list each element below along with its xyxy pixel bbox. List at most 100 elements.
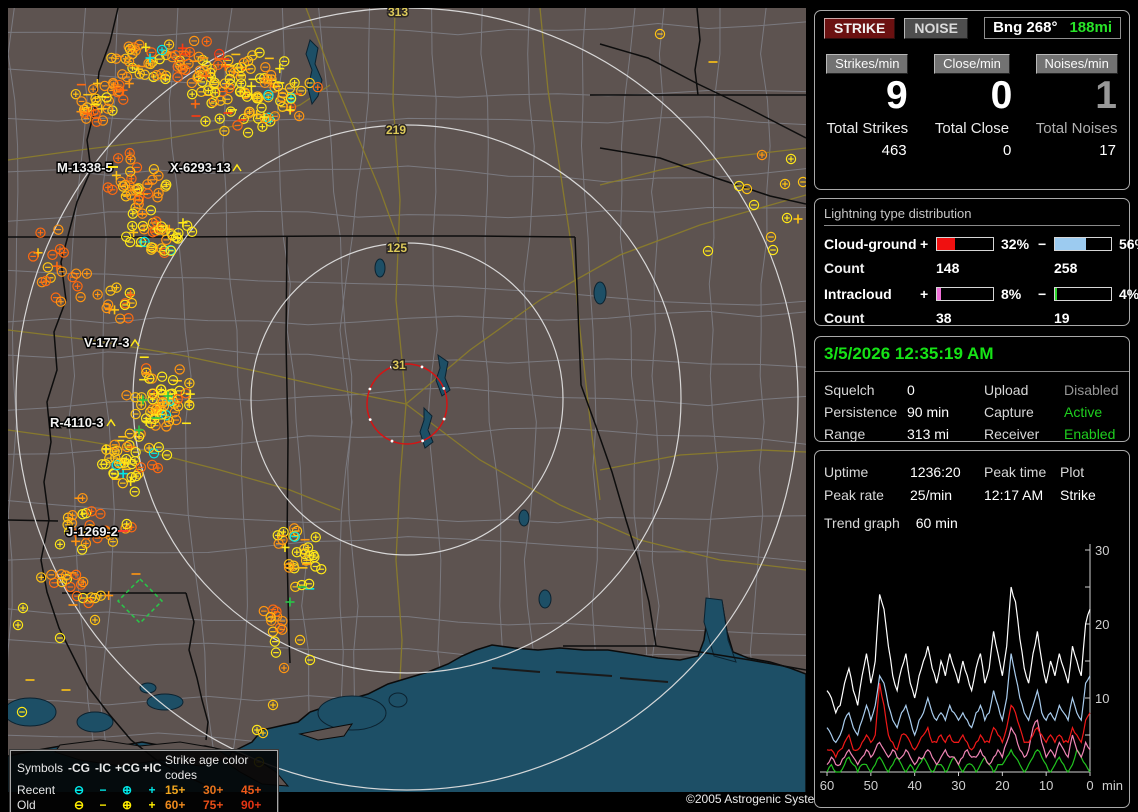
age-code: 90+ <box>241 798 262 812</box>
total-value: 463 <box>881 141 907 159</box>
negative-bar-fill <box>1055 288 1058 300</box>
minus-cg-icon: ⊖ <box>73 783 85 797</box>
session-cell: 12:17 AM <box>984 487 1044 503</box>
ring-dot <box>368 418 372 422</box>
ring-dot <box>390 439 394 443</box>
plus-ic-icon: + <box>148 798 156 812</box>
rate-chip: Noises/min <box>1035 54 1118 74</box>
negative-count: 19 <box>1054 310 1070 326</box>
count-label: Count <box>824 310 865 326</box>
x-tick-label: 60 <box>820 778 834 793</box>
storm-cell-label: R-4110-3 <box>50 415 103 430</box>
x-tick-label: 20 <box>995 778 1009 793</box>
session-cell: Plot <box>1060 464 1085 480</box>
distribution-row: Cloud-ground+32%− 56% <box>815 236 1138 252</box>
total-value: 17 <box>1099 141 1116 159</box>
status-cell: Receiver <box>984 426 1040 442</box>
age-code: 45+ <box>241 783 262 797</box>
negative-count: 258 <box>1054 260 1078 276</box>
positive-sign: + <box>920 236 929 252</box>
status-cell: Persistence <box>824 404 898 420</box>
copyright: ©2005 Astrogenic Systems <box>686 792 831 806</box>
status-cell: 90 min <box>907 404 950 420</box>
rate-column: Close/min 0 Total Close 0 <box>920 54 1025 159</box>
rate-column: Noises/min 1 Total Noises 17 <box>1024 54 1129 159</box>
session-cell: Strike <box>1060 487 1096 503</box>
age-code: 60+ <box>165 798 186 812</box>
positive-bar-fill <box>937 238 955 250</box>
status-grid: Squelch 0 Upload Disabled Persistence 90 min C… <box>815 372 1129 442</box>
plus-ic-icon: + <box>148 783 156 797</box>
positive-percent: 32% <box>1001 236 1030 252</box>
distribution-type-label: Cloud-ground <box>824 236 917 252</box>
x-tick-label: 10 <box>1039 778 1053 793</box>
count-row: Count 38 19 <box>815 310 1129 326</box>
ring-dot <box>421 439 425 443</box>
mode-toolbar: STRIKE NOISE Bng 268° 188mi <box>815 11 1129 39</box>
status-cell: 313 mi <box>907 426 950 442</box>
map-legend: Symbols -CG -IC +CG +IC Strike age color code… <box>10 750 278 812</box>
status-cell: Capture <box>984 404 1034 420</box>
negative-bar <box>1054 237 1112 251</box>
rate-column: Strikes/min 9 Total Strikes 463 <box>815 54 920 159</box>
panel-status: 3/5/2026 12:35:19 AM Squelch 0 Upload Disab… <box>814 336 1130 442</box>
count-label: Count <box>824 260 865 276</box>
legend-header: +IC <box>142 760 162 775</box>
x-tick-label: 0 <box>1086 778 1093 793</box>
legend-row-label: Recent <box>17 783 56 797</box>
storm-cell-label: V-177-3 <box>84 335 130 350</box>
plus-cg-icon: ⊕ <box>121 783 133 797</box>
bearing-display: Bng 268° 188mi <box>984 17 1121 39</box>
legend-header: -CG <box>68 760 90 775</box>
panel-session: Uptime 1236:20 Peak time Plot Peak rate 25/mi… <box>814 450 1130 808</box>
storm-cell-label: J-1269-2 <box>66 524 118 539</box>
series-total-strikes <box>826 586 1091 715</box>
lake <box>8 697 57 727</box>
lake <box>593 281 607 305</box>
trend-graph: 10 20 30 60 50 40 30 20 10 0 min <box>820 543 1123 793</box>
total-label: Total Strikes <box>826 119 909 137</box>
series-cg- <box>826 653 1091 744</box>
lightning-map[interactable]: 313 219 125 31 M-1338-5 X-6293-13 V-177-3 R-411… <box>8 8 830 812</box>
negative-sign: − <box>1038 286 1047 302</box>
age-code: 15+ <box>165 783 186 797</box>
negative-bar-fill <box>1055 238 1087 250</box>
range-ring-label: 313 <box>388 8 408 19</box>
map-canvas: 313 219 125 31 M-1338-5 X-6293-13 V-177-3 R-411… <box>8 8 806 792</box>
age-code: 75+ <box>203 798 224 812</box>
rate-value: 9 <box>885 74 908 117</box>
x-tick-label: 50 <box>864 778 878 793</box>
positive-count: 148 <box>936 260 960 276</box>
ring-dot <box>442 386 446 390</box>
panel-lightning-distribution: Lightning type distribution Cloud-ground… <box>814 198 1138 326</box>
status-cell: Range <box>824 426 866 442</box>
total-label: Total Close <box>934 119 1010 137</box>
lake <box>76 711 114 733</box>
legend-row: Old ⊖ − ⊕ +60+ 75+ 90+ <box>17 798 273 812</box>
distribution-rows: Cloud-ground+32%−56%Count148258Intraclou… <box>815 236 1138 326</box>
legend-row: Recent ⊖ − ⊕ +15+ 30+ 45+ <box>17 783 273 798</box>
legend-age-header: Strike age color codes <box>165 753 249 782</box>
lake <box>538 589 552 609</box>
negative-bar <box>1054 287 1112 301</box>
status-cell: Disabled <box>1064 382 1119 398</box>
status-cell: Enabled <box>1064 426 1116 442</box>
positive-bar <box>936 287 994 301</box>
distribution-title: Lightning type distribution <box>824 206 1120 226</box>
x-axis-unit: min <box>1102 778 1123 793</box>
plus-cg-icon: ⊕ <box>121 798 133 812</box>
distribution-row: Intracloud +8% − 4% <box>815 286 1138 302</box>
minus-ic-icon: − <box>99 783 107 797</box>
rate-chip: Strikes/min <box>826 54 909 74</box>
range-ring-label: 125 <box>387 241 407 255</box>
legend-row-label: Old <box>17 798 36 812</box>
noise-button[interactable]: NOISE <box>904 17 968 39</box>
negative-percent: 4% <box>1119 286 1138 302</box>
positive-bar-fill <box>937 288 942 300</box>
count-row: Count 148 258 <box>815 260 1129 276</box>
strike-button[interactable]: STRIKE <box>824 17 896 39</box>
trend-graph-period: 60 min <box>915 515 958 531</box>
positive-count: 38 <box>936 310 952 326</box>
lake <box>374 258 386 278</box>
positive-bar <box>936 237 994 251</box>
